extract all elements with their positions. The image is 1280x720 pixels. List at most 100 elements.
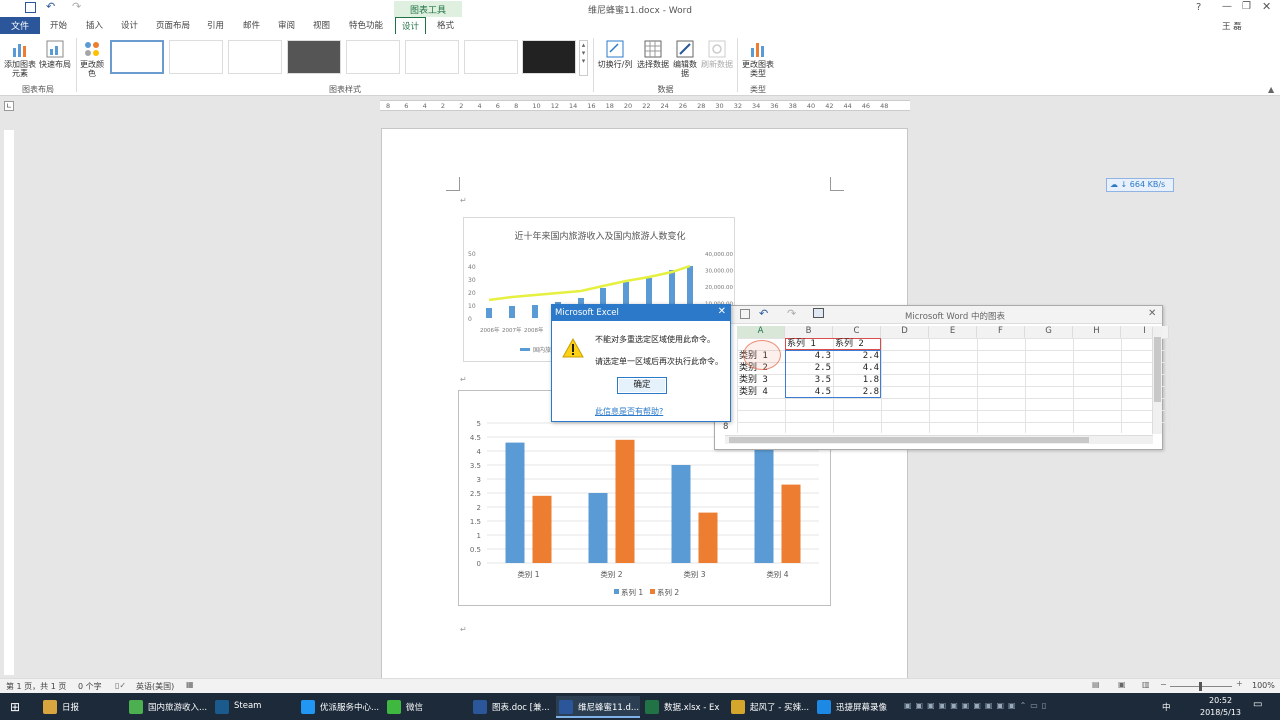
excel-data-window[interactable]: ↶ ↷ Microsoft Word 中的图表 ✕ ABCDEFGHI 系列 1… — [714, 305, 1170, 450]
edit-data-button[interactable]: 编辑数据 — [672, 40, 698, 78]
network-speed-widget[interactable]: ☁ ↓ 664 KB/s — [1106, 178, 1174, 192]
redo-icon[interactable]: ↷ — [72, 0, 81, 13]
tab-file[interactable]: 文件 — [0, 17, 40, 34]
sheet-cell[interactable]: 2.4 — [835, 350, 879, 362]
add-chart-element-button[interactable]: 添加图表元素 — [3, 40, 37, 78]
zoom-in-button[interactable]: + — [1236, 679, 1243, 688]
save-icon[interactable] — [25, 2, 36, 13]
clock-time[interactable]: 20:52 — [1209, 696, 1232, 705]
chart-style-7[interactable] — [464, 40, 518, 74]
web-layout-icon[interactable]: ▥ — [1142, 680, 1150, 689]
tab-chart-format[interactable]: 格式 — [437, 19, 454, 31]
tab-review[interactable]: 审阅 — [278, 19, 295, 31]
quick-layout-button[interactable]: 快速布局 — [38, 40, 72, 69]
dialog-ok-button[interactable]: 确定 — [617, 377, 667, 394]
tab-chart-design[interactable]: 设计 — [395, 17, 427, 34]
tab-references[interactable]: 引用 — [207, 19, 224, 31]
undo-icon[interactable]: ↶ — [46, 0, 55, 13]
chart-style-8[interactable] — [522, 40, 576, 74]
collapse-ribbon-icon[interactable]: ▲ — [1268, 85, 1274, 94]
taskbar-item-label: 日报 — [62, 703, 80, 713]
sheet-cell[interactable]: 4.3 — [787, 350, 831, 362]
excel-vertical-scrollbar[interactable] — [1152, 327, 1162, 434]
dialog-help-link[interactable]: 此信息是否有帮助? — [595, 406, 663, 417]
tab-special[interactable]: 特色功能 — [349, 19, 383, 31]
chart-style-6[interactable] — [405, 40, 459, 74]
change-chart-type-button[interactable]: 更改图表类型 — [740, 40, 776, 78]
taskbar-item[interactable]: 优派服务中心... — [298, 696, 382, 718]
taskbar-item[interactable]: 日报 — [40, 696, 124, 718]
dialog-close-button[interactable]: ✕ — [718, 306, 726, 317]
paragraph-mark: ↵ — [460, 375, 467, 384]
styles-scroll-icon[interactable]: ▴ ▾ ▾ — [579, 40, 588, 76]
macro-icon[interactable]: ▦ — [186, 680, 194, 689]
close-window-button[interactable]: ✕ — [1262, 0, 1271, 13]
sheet-cell[interactable]: 系列 1 — [787, 338, 831, 350]
sheet-cell[interactable]: 1.8 — [835, 374, 879, 386]
column-header[interactable]: D — [881, 326, 929, 338]
zoom-out-button[interactable]: − — [1160, 680, 1167, 689]
sheet-cell[interactable]: 3.5 — [787, 374, 831, 386]
print-layout-icon[interactable]: ▣ — [1118, 680, 1126, 689]
excel-horizontal-scrollbar[interactable] — [725, 435, 1153, 444]
page-count[interactable]: 第 1 页，共 1 页 — [6, 681, 66, 692]
column-header[interactable]: G — [1025, 326, 1073, 338]
column-header[interactable]: A — [737, 326, 785, 338]
ime-indicator[interactable]: 中 — [1162, 701, 1171, 713]
tab-home[interactable]: 开始 — [50, 19, 67, 31]
column-header[interactable]: B — [785, 326, 833, 338]
column-header[interactable]: F — [977, 326, 1025, 338]
taskbar-item[interactable]: 国内旅游收入... — [126, 696, 210, 718]
switch-row-column-button[interactable]: 切换行/列 — [597, 40, 633, 69]
select-data-button[interactable]: 选择数据 — [635, 40, 671, 69]
tab-mailings[interactable]: 邮件 — [243, 19, 260, 31]
zoom-level[interactable]: 100% — [1252, 681, 1275, 690]
notification-icon[interactable]: ▭ — [1253, 699, 1262, 710]
sheet-cell[interactable]: 2.8 — [835, 386, 879, 398]
tab-design-doc[interactable]: 设计 — [121, 19, 138, 31]
vertical-ruler[interactable] — [4, 130, 14, 675]
sheet-cell[interactable]: 4.4 — [835, 362, 879, 374]
minimize-button[interactable]: — — [1222, 1, 1232, 12]
chart-style-1[interactable] — [110, 40, 164, 74]
proofing-icon[interactable]: ▯✓ — [115, 681, 126, 690]
excel-error-dialog[interactable]: Microsoft Excel ✕ 不能对多重选定区域使用此命令。 请选定单一区… — [551, 304, 731, 422]
taskbar-item[interactable]: 迅捷屏幕录像 — [814, 696, 898, 718]
column-header[interactable]: H — [1073, 326, 1121, 338]
sheet-cell[interactable]: 4.5 — [787, 386, 831, 398]
chart-style-5[interactable] — [346, 40, 400, 74]
chart-style-3[interactable] — [228, 40, 282, 74]
sheet-cell[interactable]: 类别 3 — [739, 374, 783, 386]
word-count[interactable]: 0 个字 — [78, 681, 102, 692]
restore-button[interactable]: ❐ — [1242, 1, 1251, 12]
sheet-cell[interactable]: 系列 2 — [835, 338, 879, 350]
taskbar-item[interactable]: 微信 — [384, 696, 468, 718]
tab-insert[interactable]: 插入 — [86, 19, 103, 31]
ruler-tick-label: 34 — [752, 102, 761, 110]
taskbar-item[interactable]: 维尼蜂蜜11.d... — [556, 696, 640, 718]
horizontal-ruler[interactable]: 8 6 4 2 2 4 6 8 10 12 14 16 18 20 22 24 26 28 30 32 34 36 38 40… — [380, 100, 910, 111]
taskbar-item[interactable]: Steam — [212, 696, 296, 718]
change-colors-button[interactable]: 更改颜色 — [80, 40, 104, 78]
tab-selector[interactable]: ∟ — [4, 101, 14, 111]
group-type: 类型 — [750, 85, 766, 94]
refresh-data-button[interactable]: 刷新数据 — [700, 40, 734, 69]
user-name[interactable]: 王 磊 — [1222, 20, 1242, 32]
taskbar-item[interactable]: 数据.xlsx - Ex — [642, 696, 726, 718]
zoom-slider[interactable] — [1170, 682, 1232, 691]
taskbar-item[interactable]: 图表.doc [兼... — [470, 696, 554, 718]
tab-page-layout[interactable]: 页面布局 — [156, 19, 190, 31]
clock-date[interactable]: 2018/5/13 — [1200, 708, 1241, 717]
column-header[interactable]: E — [929, 326, 977, 338]
read-mode-icon[interactable]: ▤ — [1092, 680, 1100, 689]
windows-start-icon[interactable]: ⊞ — [10, 700, 20, 714]
help-icon[interactable]: ? — [1196, 2, 1201, 13]
tab-view[interactable]: 视图 — [313, 19, 330, 31]
language[interactable]: 英语(美国) — [136, 681, 174, 692]
chart-style-2[interactable] — [169, 40, 223, 74]
sheet-cell[interactable]: 类别 4 — [739, 386, 783, 398]
chart-style-4[interactable] — [287, 40, 341, 74]
sheet-cell[interactable]: 2.5 — [787, 362, 831, 374]
column-header[interactable]: C — [833, 326, 881, 338]
taskbar-item[interactable]: 起风了 - 买辣... — [728, 696, 812, 718]
